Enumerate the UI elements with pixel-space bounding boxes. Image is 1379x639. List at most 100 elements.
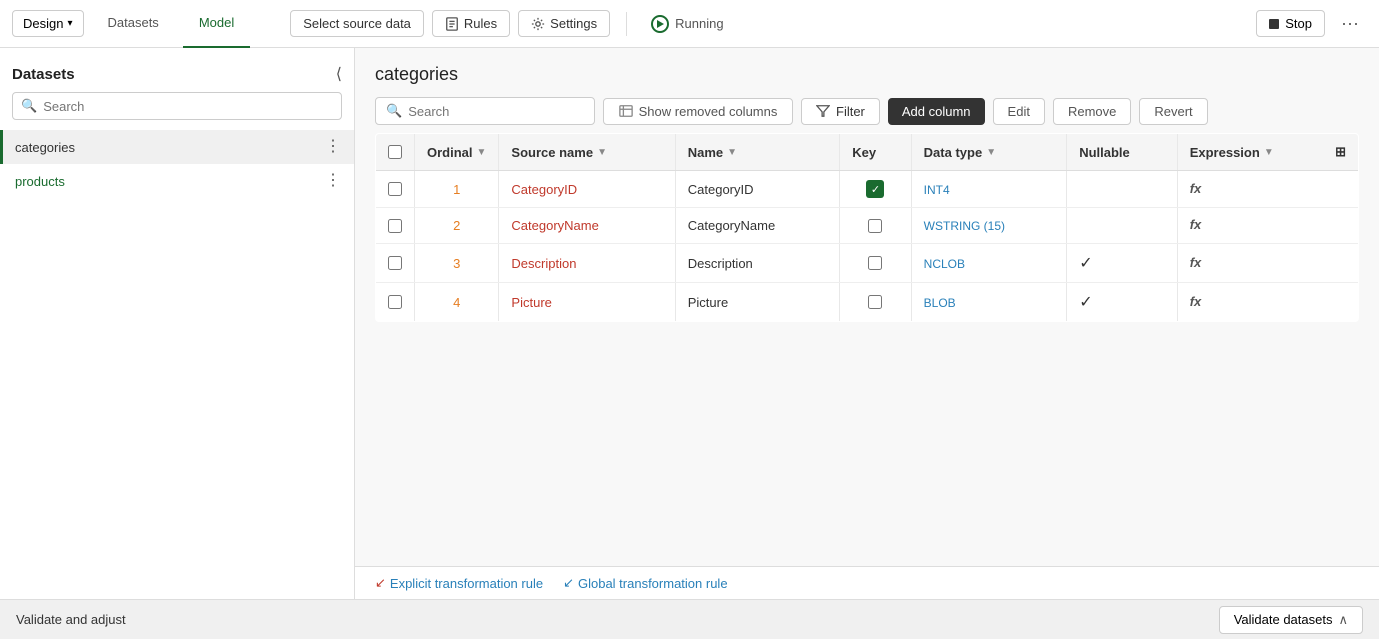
content-header: categories 🔍 Show removed columns Filter… [355,48,1379,133]
edit-label: Edit [1008,104,1030,119]
global-arrow-icon: ↙ [563,575,574,591]
td-ordinal-1: 2 [415,208,499,244]
th-name-filter-icon[interactable]: ▼ [727,147,737,158]
th-source-name: Source name ▼ [499,134,675,171]
content-toolbar: 🔍 Show removed columns Filter Add column… [375,97,1359,125]
row-checkbox-1[interactable] [388,219,402,233]
grid-layout-icon[interactable]: ⊞ [1335,144,1346,160]
show-removed-icon [619,104,633,118]
remove-button[interactable]: Remove [1053,98,1131,125]
topbar-divider [626,12,627,36]
sidebar-item-menu-categories[interactable]: ⋮ [325,139,342,155]
td-checkbox-1 [376,208,415,244]
th-ordinal-label: Ordinal [427,145,473,160]
td-name-1: CategoryName [675,208,839,244]
design-label: Design [23,16,63,31]
row-checkbox-0[interactable] [388,182,402,196]
data-type-value-2: NCLOB [924,257,965,271]
sidebar-item-products[interactable]: products ⋮ [0,164,354,198]
td-nullable-3: ✓ [1067,283,1178,322]
key-checkbox-2[interactable] [868,256,882,270]
content-search-input[interactable] [408,104,548,119]
table-row: 4 Picture Picture BLOB ✓ fx [376,283,1359,322]
expression-fx-icon-1[interactable]: fx [1190,217,1202,233]
edit-button[interactable]: Edit [993,98,1045,125]
validate-label: Validate datasets [1234,612,1333,627]
td-ordinal-2: 3 [415,244,499,283]
global-label: Global transformation rule [578,576,728,591]
tab-datasets[interactable]: Datasets [92,0,175,48]
expression-fx-icon-2[interactable]: fx [1190,255,1202,271]
th-source-name-label: Source name [511,145,593,160]
th-expression-filter-icon[interactable]: ▼ [1264,147,1274,158]
explicit-arrow-icon: ↙ [375,575,386,591]
key-checked-0: ✓ [866,180,884,198]
row-checkbox-2[interactable] [388,256,402,270]
td-nullable-2: ✓ [1067,244,1178,283]
ordinal-value-1: 2 [427,218,486,233]
expression-fx-icon-3[interactable]: fx [1190,294,1202,310]
table-row: 1 CategoryID CategoryID ✓ INT4 fx [376,171,1359,208]
select-all-checkbox[interactable] [388,145,402,159]
validate-chevron-icon: ∧ [1338,612,1348,628]
more-button[interactable]: ··· [1333,9,1367,38]
row-checkbox-3[interactable] [388,295,402,309]
td-data-type-2: NCLOB [911,244,1067,283]
sidebar-item-categories[interactable]: categories ⋮ [0,130,354,164]
global-transformation-link[interactable]: ↙ Global transformation rule [563,575,727,591]
tab-model[interactable]: Model [183,0,250,48]
td-ordinal-3: 4 [415,283,499,322]
th-source-name-filter-icon[interactable]: ▼ [597,147,607,158]
remove-label: Remove [1068,104,1116,119]
sidebar-title: Datasets [12,66,75,83]
source-name-value-0: CategoryID [511,182,577,197]
select-source-button[interactable]: Select source data [290,10,424,37]
bottombar: Validate and adjust Validate datasets ∧ [0,599,1379,639]
stop-label: Stop [1285,16,1312,31]
table-row: 2 CategoryName CategoryName WSTRING (15)… [376,208,1359,244]
sidebar: Datasets ⟨ 🔍 categories ⋮ products ⋮ [0,48,355,599]
key-checkbox-1[interactable] [868,219,882,233]
filter-label: Filter [836,104,865,119]
td-checkbox-3 [376,283,415,322]
rules-button[interactable]: Rules [432,10,510,37]
nullable-check-3: ✓ [1079,294,1092,311]
add-column-button[interactable]: Add column [888,98,985,125]
table-row: 3 Description Description NCLOB ✓ fx [376,244,1359,283]
design-chevron-icon: ▾ [67,18,72,29]
key-checkbox-3[interactable] [868,295,882,309]
th-data-type-filter-icon[interactable]: ▼ [986,147,996,158]
sidebar-header: Datasets ⟨ [0,48,354,92]
sidebar-collapse-button[interactable]: ⟨ [336,64,342,84]
th-name: Name ▼ [675,134,839,171]
td-key-1 [840,208,911,244]
sidebar-search-icon: 🔍 [21,98,37,114]
validate-button[interactable]: Validate datasets ∧ [1219,606,1363,634]
table-header: Ordinal ▼ Source name ▼ [376,134,1359,171]
td-checkbox-0 [376,171,415,208]
th-nullable: Nullable [1067,134,1178,171]
settings-button[interactable]: Settings [518,10,610,37]
design-button[interactable]: Design ▾ [12,10,84,37]
th-ordinal-filter-icon[interactable]: ▼ [477,147,487,158]
revert-button[interactable]: Revert [1139,98,1207,125]
page-title: categories [375,64,1359,85]
td-data-type-3: BLOB [911,283,1067,322]
sidebar-search-input[interactable] [43,99,333,114]
expression-fx-icon-0[interactable]: fx [1190,181,1202,197]
explicit-label: Explicit transformation rule [390,576,543,591]
td-name-2: Description [675,244,839,283]
th-data-type: Data type ▼ [911,134,1067,171]
th-name-label: Name [688,145,723,160]
td-nullable-1 [1067,208,1178,244]
th-key-label: Key [852,145,876,160]
explicit-transformation-link[interactable]: ↙ Explicit transformation rule [375,575,543,591]
main-layout: Datasets ⟨ 🔍 categories ⋮ products ⋮ cat… [0,48,1379,599]
stop-button[interactable]: Stop [1256,10,1325,37]
td-checkbox-2 [376,244,415,283]
sidebar-item-menu-products[interactable]: ⋮ [325,173,342,189]
show-removed-button[interactable]: Show removed columns [603,98,793,125]
filter-button[interactable]: Filter [801,98,880,125]
td-expression-0: fx [1177,171,1358,208]
th-nullable-label: Nullable [1079,145,1130,160]
